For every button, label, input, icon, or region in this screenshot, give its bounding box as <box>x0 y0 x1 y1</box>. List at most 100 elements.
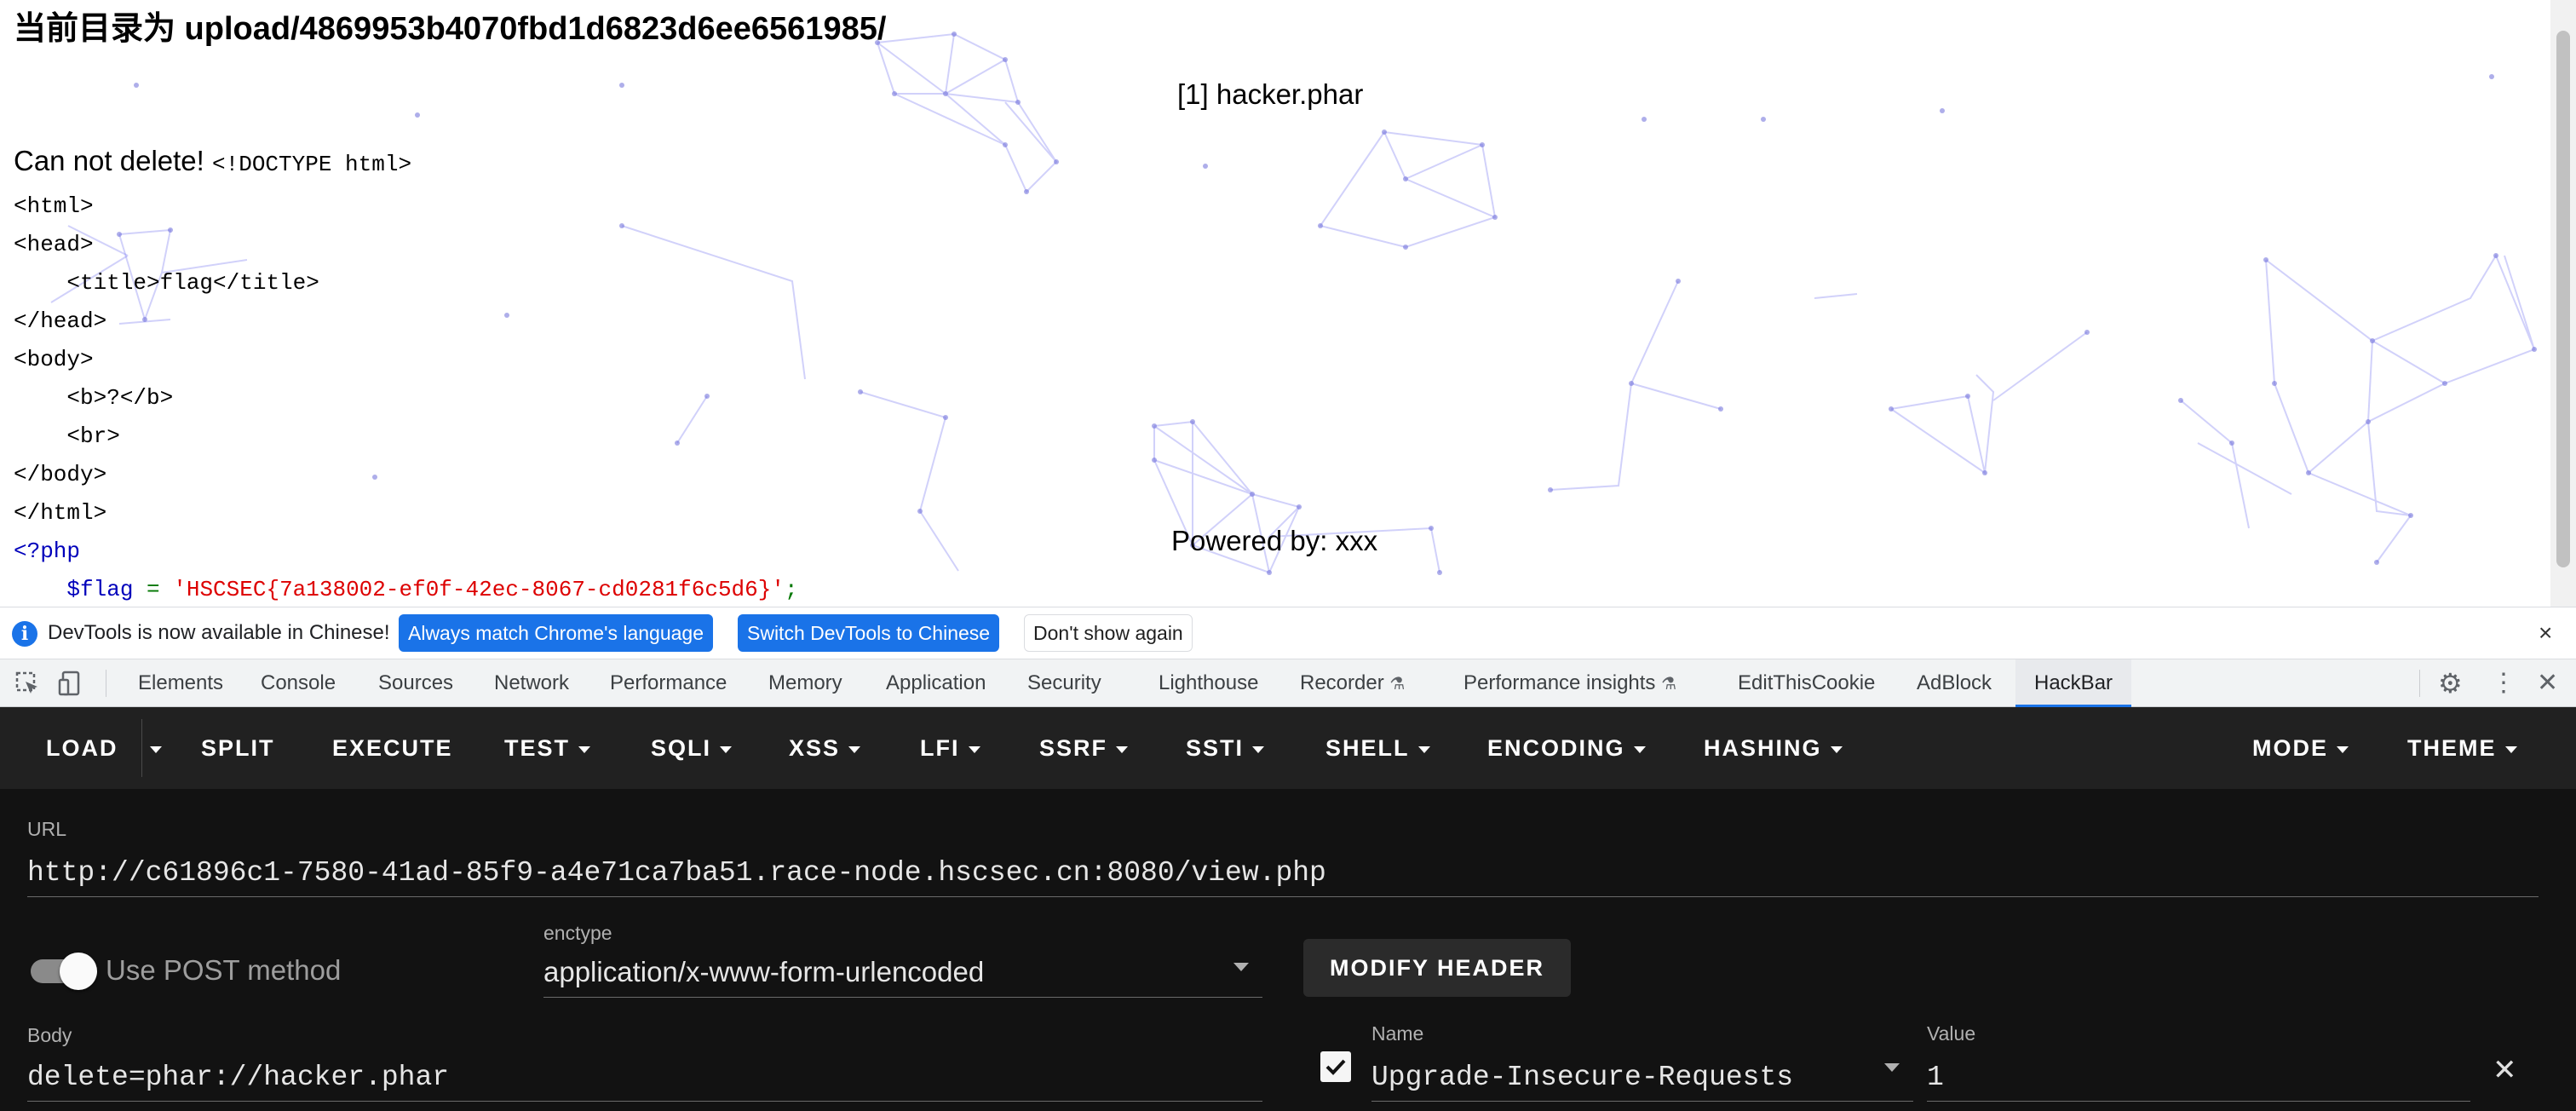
encoding-menu-button[interactable]: ENCODING <box>1487 729 1646 767</box>
mode-label: MODE <box>2252 735 2328 761</box>
test-label: TEST <box>504 735 571 761</box>
enctype-underline <box>543 997 1262 998</box>
code-line: </html> <box>14 500 107 526</box>
chevron-down-icon <box>578 745 591 753</box>
chevron-down-icon <box>720 745 733 753</box>
code-line: <br> <box>14 423 120 449</box>
page-scrollbar-thumb[interactable] <box>2556 31 2570 567</box>
php-flag-string: 'HSCSEC{7a138002-ef0f-42ec-8067-cd0281f6… <box>173 577 785 602</box>
php-semicolon: ; <box>784 577 798 602</box>
lfi-menu-button[interactable]: LFI <box>920 729 980 767</box>
hackbar-toolbar: LOAD SPLIT EXECUTE TEST SQLI XSS LFI SSR… <box>0 707 2576 789</box>
always-match-language-button[interactable]: Always match Chrome's language <box>399 614 713 652</box>
devtools-close-icon[interactable]: ✕ <box>2537 670 2558 697</box>
devtools-language-infobar: i DevTools is now available in Chinese! … <box>0 607 2576 659</box>
dont-show-again-button[interactable]: Don't show again <box>1024 614 1193 652</box>
chevron-down-icon[interactable] <box>1884 1063 1900 1072</box>
load-split-divider <box>141 719 142 777</box>
sqli-menu-button[interactable]: SQLI <box>651 729 733 767</box>
use-post-toggle[interactable] <box>27 949 97 992</box>
tab-application[interactable]: Application <box>886 659 986 707</box>
chevron-down-icon <box>848 745 861 753</box>
code-line: <html> <box>14 193 94 219</box>
tab-lighthouse[interactable]: Lighthouse <box>1159 659 1258 707</box>
tab-editthiscookie[interactable]: EditThisCookie <box>1738 659 1875 707</box>
chevron-down-icon <box>1633 745 1646 753</box>
more-options-icon[interactable]: ⋮ <box>2491 670 2516 697</box>
switch-to-chinese-button[interactable]: Switch DevTools to Chinese <box>738 614 1000 652</box>
tab-adblock[interactable]: AdBlock <box>1917 659 1992 707</box>
header-enabled-checkbox[interactable] <box>1320 1051 1351 1082</box>
remove-header-icon[interactable]: ✕ <box>2493 1055 2517 1085</box>
use-post-label: Use POST method <box>106 954 342 986</box>
load-button[interactable]: LOAD <box>46 729 118 767</box>
body-field-label: Body <box>27 1024 72 1046</box>
shell-label: SHELL <box>1325 735 1410 761</box>
url-input[interactable]: http://c61896c1-7580-41ad-85f9-a4e71ca7b… <box>27 857 1326 889</box>
info-icon: i <box>12 621 37 647</box>
settings-gear-icon[interactable]: ⚙ <box>2438 670 2463 697</box>
tab-recorder[interactable]: Recorder ⚗ <box>1300 659 1405 707</box>
chevron-down-icon <box>2337 745 2349 753</box>
xss-menu-button[interactable]: XSS <box>789 729 861 767</box>
tab-elements[interactable]: Elements <box>138 659 223 707</box>
tab-performance-insights[interactable]: Performance insights ⚗ <box>1463 659 1676 707</box>
tab-security[interactable]: Security <box>1027 659 1101 707</box>
device-toolbar-icon[interactable] <box>58 670 85 697</box>
load-options-chevron-icon[interactable] <box>150 746 162 753</box>
ssrf-menu-button[interactable]: SSRF <box>1039 729 1129 767</box>
shell-menu-button[interactable]: SHELL <box>1325 729 1430 767</box>
header-value-input[interactable]: 1 <box>1927 1062 1944 1093</box>
infobar-close-icon[interactable]: × <box>2539 619 2552 647</box>
code-line: <title>flag</title> <box>14 270 319 296</box>
encoding-label: ENCODING <box>1487 735 1625 761</box>
chevron-down-icon <box>1830 745 1843 753</box>
toggle-knob <box>60 953 97 990</box>
tab-performance[interactable]: Performance <box>610 659 727 707</box>
tab-separator <box>2419 670 2420 697</box>
tab-console[interactable]: Console <box>261 659 336 707</box>
mode-menu-button[interactable]: MODE <box>2252 729 2349 767</box>
tab-label: Performance insights <box>1463 671 1656 694</box>
lfi-label: LFI <box>920 735 960 761</box>
tab-label: Recorder <box>1300 671 1384 694</box>
ssti-menu-button[interactable]: SSTI <box>1186 729 1265 767</box>
header-name-underline <box>1371 1101 1913 1102</box>
chevron-down-icon <box>1252 745 1265 753</box>
file-list-item: [1] hacker.phar <box>1177 78 1364 110</box>
chevron-down-icon[interactable] <box>1233 963 1249 971</box>
header-value-underline <box>1927 1101 2470 1102</box>
file-content-code: <html> <head> <title>flag</title> </head… <box>14 187 798 607</box>
experimental-flask-icon: ⚗ <box>1389 675 1406 694</box>
page-scrollbar[interactable] <box>2550 0 2576 607</box>
tab-sources[interactable]: Sources <box>378 659 453 707</box>
url-input-underline <box>27 896 2539 897</box>
chevron-down-icon <box>1417 745 1430 753</box>
split-button[interactable]: SPLIT <box>201 729 275 767</box>
modify-header-button[interactable]: MODIFY HEADER <box>1303 939 1571 997</box>
execute-button[interactable]: EXECUTE <box>332 729 453 767</box>
powered-by-footer: Powered by: xxx <box>1171 525 1378 556</box>
header-name-label: Name <box>1371 1022 1424 1045</box>
tab-hackbar[interactable]: HackBar <box>2015 659 2132 707</box>
code-line: <b>?</b> <box>14 385 174 411</box>
theme-menu-button[interactable]: THEME <box>2407 729 2517 767</box>
body-input-underline <box>27 1101 1262 1102</box>
devtools-tab-strip: Elements Console Sources Network Perform… <box>0 659 2576 707</box>
theme-label: THEME <box>2407 735 2497 761</box>
body-input[interactable]: delete=phar://hacker.phar <box>27 1062 449 1093</box>
php-assign-operator: = <box>133 577 174 602</box>
delete-result: Can not delete! <!DOCTYPE html> <box>14 145 411 177</box>
header-name-input[interactable]: Upgrade-Insecure-Requests <box>1371 1062 1793 1093</box>
test-menu-button[interactable]: TEST <box>504 729 591 767</box>
hashing-menu-button[interactable]: HASHING <box>1704 729 1843 767</box>
enctype-select[interactable]: application/x-www-form-urlencoded <box>543 956 984 988</box>
code-line: </head> <box>14 308 107 334</box>
php-open-tag: <?php <box>14 538 81 564</box>
inspect-element-icon[interactable] <box>14 670 41 697</box>
tab-network[interactable]: Network <box>494 659 569 707</box>
page-content: 当前目录为 upload/4869953b4070fbd1d6823d6ee65… <box>0 0 2576 607</box>
code-line: <body> <box>14 347 94 372</box>
chevron-down-icon <box>2504 745 2517 753</box>
tab-memory[interactable]: Memory <box>768 659 842 707</box>
